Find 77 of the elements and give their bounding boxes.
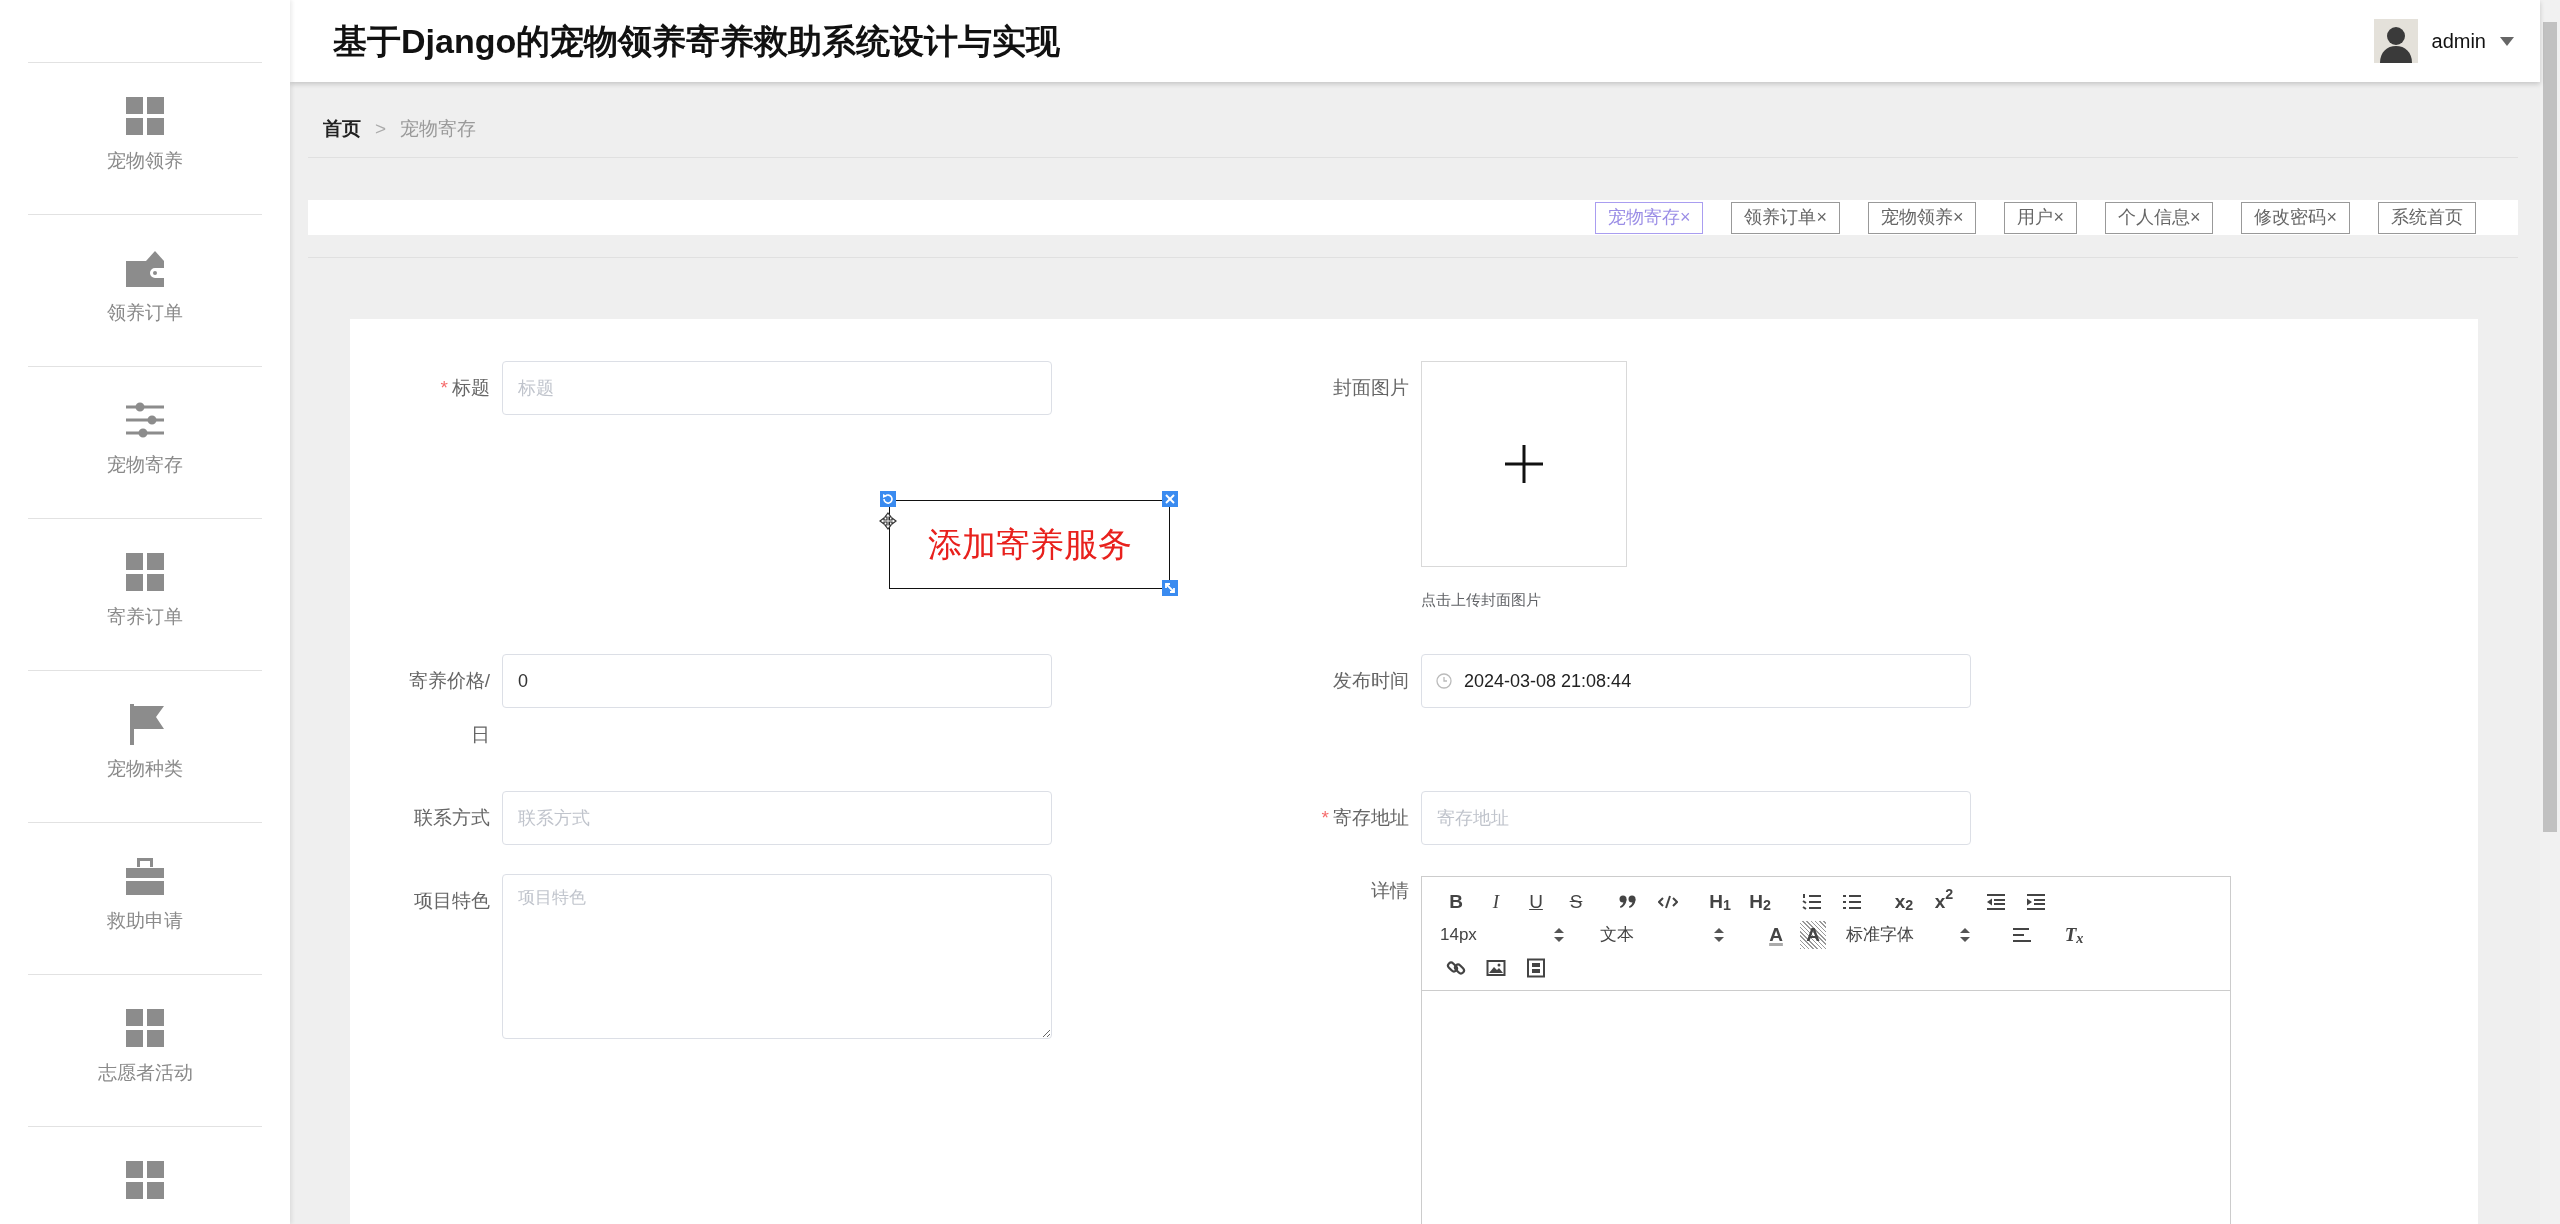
upload-hint: 点击上传封面图片: [1421, 590, 1542, 610]
field-label: 封面图片: [1332, 376, 1410, 400]
image-icon[interactable]: [1486, 957, 1506, 978]
caret-icon[interactable]: [2500, 36, 2514, 46]
format-button[interactable]: H$_{2}$: [1744, 887, 1776, 916]
text-area[interactable]: 项目特色: [502, 874, 1052, 1039]
format-button[interactable]: H$_{1}$: [1704, 887, 1736, 916]
tab-close-button[interactable]: ×: [2326, 204, 2337, 231]
sidebar-item[interactable]: 救助申请: [107, 907, 183, 936]
close-icon[interactable]: [1162, 491, 1178, 507]
page-tab[interactable]: 个人信息×: [2104, 201, 2214, 234]
format-button[interactable]: U: [1520, 887, 1552, 916]
annotation-text: 添加寄养服务: [927, 523, 1132, 566]
tab-close-button[interactable]: ×: [1952, 204, 1964, 231]
plus-icon: [1504, 444, 1544, 484]
date-value: 2024-03-08 21:08:44: [1464, 669, 1632, 693]
sidebar-item[interactable]: 领养订单: [107, 299, 183, 328]
scrollbar[interactable]: [2540, 0, 2560, 1224]
input-field[interactable]: 联系方式: [502, 791, 1052, 845]
format-button[interactable]: S: [1560, 887, 1592, 916]
format-button[interactable]: I: [1480, 887, 1512, 916]
field-label: 项目特色: [413, 889, 491, 913]
page-tab[interactable]: 领养订单×: [1731, 201, 1840, 234]
dropdown[interactable]: 14px: [1440, 920, 1572, 949]
tab-close-button[interactable]: ×: [1816, 204, 1827, 231]
sidebar-item[interactable]: 宠物寄存: [107, 451, 183, 480]
tab-close-button[interactable]: ×: [2053, 204, 2064, 231]
page-tab[interactable]: 宠物领养×: [1867, 201, 1977, 234]
page-tab[interactable]: 用户×: [2004, 201, 2077, 234]
format-button[interactable]: x$_{2}$: [1888, 887, 1920, 916]
sidebar-item[interactable]: 寄养订单: [107, 603, 183, 632]
outdent-icon[interactable]: [1986, 891, 2006, 912]
field-label: 详情: [1370, 879, 1410, 903]
field-label: 联系方式: [413, 806, 491, 830]
format-button[interactable]: A: [1800, 920, 1826, 949]
indent-icon[interactable]: [2026, 891, 2046, 912]
resize-icon[interactable]: [1162, 580, 1178, 596]
format-button[interactable]: x$^{2}$: [1928, 887, 1960, 916]
field-label: 发布时间: [1332, 669, 1410, 693]
page-tab[interactable]: 修改密码×: [2241, 201, 2350, 234]
input-field[interactable]: 0: [502, 654, 1052, 708]
grid-icon[interactable]: [124, 1159, 166, 1201]
breadcrumb-separator: >: [375, 116, 387, 141]
input-field[interactable]: 标题: [502, 361, 1052, 415]
breadcrumb-link[interactable]: 首页: [323, 114, 361, 143]
sidebar-item[interactable]: 宠物种类: [107, 755, 183, 784]
avatar: [2373, 19, 2418, 63]
format-button[interactable]: A: [1760, 920, 1792, 949]
dropdown[interactable]: 标准字体: [1846, 920, 1978, 949]
dropdown[interactable]: 文本: [1600, 920, 1732, 949]
sidebar-item[interactable]: 宠物领养: [107, 147, 183, 176]
field-label: * 寄存地址: [1320, 806, 1410, 830]
clock-icon: [1436, 673, 1452, 689]
field-label: * 标题: [439, 376, 491, 400]
field-label: 寄养价格/日: [407, 669, 491, 747]
numbered-list-icon[interactable]: [1802, 891, 1822, 912]
grid-icon[interactable]: [124, 1007, 166, 1049]
grid-icon[interactable]: [124, 95, 166, 137]
film-icon[interactable]: [1526, 957, 1546, 978]
grid-icon[interactable]: [124, 551, 166, 593]
rotate-icon[interactable]: [880, 491, 896, 507]
move-icon[interactable]: [879, 512, 897, 530]
format-button[interactable]: B: [1440, 887, 1472, 916]
up-down-icon: [1714, 927, 1724, 942]
up-down-icon: [1960, 927, 1970, 942]
annotation-box[interactable]: 添加寄养服务: [889, 500, 1170, 589]
sidebar-item[interactable]: 志愿者活动: [97, 1059, 193, 1088]
format-button[interactable]: T$_{x}$: [2058, 920, 2090, 949]
up-down-icon: [1554, 927, 1564, 942]
scrollbar-thumb[interactable]: [2543, 22, 2557, 832]
input-field[interactable]: 寄存地址: [1421, 791, 1971, 845]
date-field[interactable]: 2024-03-08 21:08:44: [1421, 654, 1971, 708]
user-name[interactable]: admin: [2431, 26, 2486, 56]
briefcase-icon[interactable]: [124, 855, 166, 897]
tab-close-button[interactable]: ×: [2189, 204, 2201, 231]
page-tab[interactable]: 系统首页: [2378, 201, 2476, 234]
app-title: 基于Django的宠物领养寄养救助系统设计与实现: [333, 20, 1061, 62]
